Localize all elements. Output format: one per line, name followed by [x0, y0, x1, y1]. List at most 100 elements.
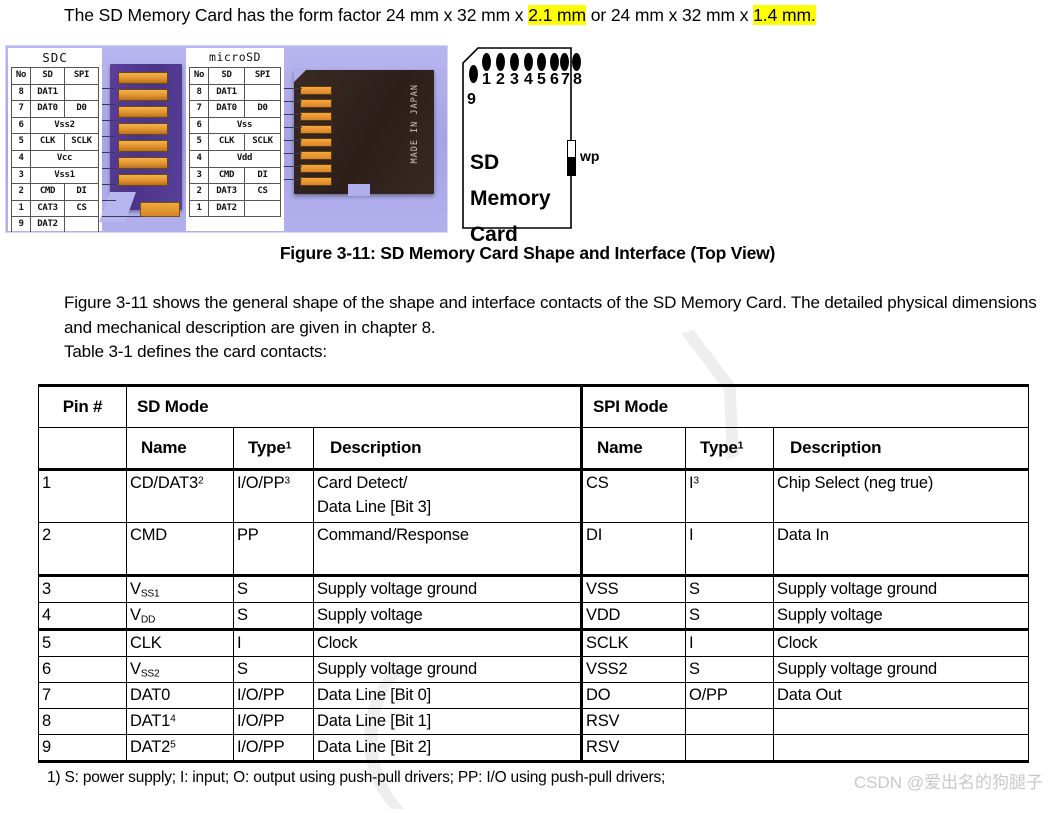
msd-spi: CS	[244, 183, 281, 201]
cell-sd-type: I/O/PP	[233, 682, 314, 709]
msd-sd: DAT2	[208, 199, 245, 218]
sdc-sd: CAT3	[30, 199, 65, 218]
table-row: 9 DAT25 I/O/PP Data Line [Bit 2] RSV	[38, 734, 1030, 763]
cell-sd-name: DAT25	[126, 734, 234, 763]
cell-spi-description: Clock	[773, 628, 1030, 657]
sdc-no: 5	[11, 133, 31, 151]
cell-pin-number: 1	[38, 469, 127, 523]
header-pin-blank	[38, 427, 127, 471]
pin-number-9: 9	[467, 91, 476, 108]
header-pin: Pin #	[38, 384, 127, 428]
sdc-no: 7	[11, 100, 31, 118]
cell-spi-description: Data Out	[773, 682, 1030, 709]
table-row: 8 DAT14 I/O/PP Data Line [Bit 1] RSV	[38, 708, 1030, 735]
header-spi-name: Name	[580, 427, 687, 471]
leader-line	[102, 152, 116, 153]
leader-line	[284, 153, 302, 154]
pin-contact-1	[482, 53, 491, 71]
sdc-row: 9 DAT2	[11, 216, 99, 232]
msd-col-1: SD	[208, 67, 245, 85]
leader-line	[284, 166, 302, 167]
table-row: 6 VSS2 S Supply voltage ground VSS2 S Supply v…	[38, 656, 1030, 683]
leader-line	[284, 127, 302, 128]
body-paragraph-2: Table 3-1 defines the card contacts:	[64, 342, 327, 361]
body-paragraph-1: Figure 3-11 shows the general shape of t…	[64, 293, 1037, 337]
cell-spi-name: DO	[580, 682, 687, 709]
sdc-spi: SCLK	[64, 133, 99, 151]
leader-line	[102, 104, 116, 105]
sdc-spi	[64, 216, 99, 232]
card-contacts-table: Pin # SD Mode SPI Mode Name Type1 Descri…	[38, 384, 1030, 763]
cell-sd-description: Supply voltage ground	[312, 656, 583, 683]
cell-sd-type: I/O/PP	[233, 708, 314, 735]
cell-spi-type: I	[685, 522, 775, 576]
sd-contact-pad	[118, 106, 168, 118]
msd-no: 1	[189, 199, 209, 218]
figure-caption: Figure 3-11: SD Memory Card Shape and In…	[279, 243, 776, 263]
cell-sd-description: Card Detect/Data Line [Bit 3]	[312, 469, 583, 523]
cell-spi-type: S	[685, 656, 775, 683]
msd-sd: CLK	[208, 133, 245, 151]
intro-text-part2: or 24 mm x 32 mm x	[585, 5, 754, 25]
cell-spi-description: Chip Select (neg true)	[773, 469, 1030, 523]
sdc-spi: DI	[64, 183, 99, 201]
cell-spi-type: I3	[685, 469, 775, 523]
cell-pin-number: 3	[38, 574, 127, 603]
sdc-sd: CMD	[30, 183, 65, 201]
sdc-row: 3 Vss1	[11, 166, 99, 185]
sdc-spi	[64, 83, 99, 102]
sd-contact-pad	[118, 157, 168, 169]
sd-contact-pad	[118, 72, 168, 84]
table-row: 4 VDD S Supply voltage VDD S Supply voltage	[38, 602, 1030, 630]
cell-sd-type: PP	[233, 522, 314, 576]
sdc-row: 8 DAT1	[11, 83, 99, 102]
msd-no: 5	[189, 133, 209, 151]
cell-sd-name: VSS2	[126, 656, 234, 683]
figure-3-11: SDC No SD SPI 8 DAT1 7 DAT0 D0 6 Vss2 5 CLK SCLK 4 Vcc…	[5, 45, 599, 246]
msd-row: 8 DAT1	[189, 83, 281, 102]
sdc-no: 6	[11, 116, 31, 135]
pin-number-7: 7	[561, 71, 570, 88]
sdc-legend-table: No SD SPI 8 DAT1 7 DAT0 D0 6 Vss2 5 CLK SCLK 4 Vcc 3 Vss…	[11, 67, 99, 232]
sdc-row: 6 Vss2	[11, 116, 99, 135]
write-protect-switch	[567, 140, 576, 176]
microsd-contact-pad	[300, 125, 332, 134]
cell-sd-name: VSS1	[126, 574, 234, 603]
msd-row: 6 Vss	[189, 116, 281, 135]
table-header-sub: Name Type1 Description Name Type1 Descri…	[38, 427, 1030, 471]
sdc-no: 2	[11, 183, 31, 201]
table-row: 7 DAT0 I/O/PP Data Line [Bit 0] DO O/PP Data O…	[38, 682, 1030, 709]
pin-number-6: 6	[550, 71, 559, 88]
microsd-card-photo: MADE IN JAPAN	[294, 70, 434, 210]
sd-card-body	[110, 64, 182, 210]
cell-pin-number: 5	[38, 628, 127, 657]
microsd-made-in-text: MADE IN JAPAN	[410, 84, 420, 164]
msd-row: 2 DAT3 CS	[189, 183, 281, 201]
pin-contact-3	[510, 53, 519, 71]
msd-no: 6	[189, 116, 209, 135]
cell-spi-name: VDD	[580, 602, 687, 630]
cell-sd-type: S	[233, 602, 314, 630]
cell-sd-description: Data Line [Bit 0]	[312, 682, 583, 709]
sdc-no: 8	[11, 83, 31, 102]
cell-sd-name: DAT0	[126, 682, 234, 709]
msd-no: 4	[189, 149, 209, 168]
cell-spi-description	[773, 734, 1030, 763]
header-spi-mode: SPI Mode	[580, 384, 1030, 428]
leader-line	[102, 88, 116, 89]
leader-line	[284, 101, 302, 102]
sdc-sd: Vcc	[30, 149, 99, 168]
sdc-sd: DAT1	[30, 83, 65, 102]
microsd-contact-pad	[300, 177, 332, 186]
highlight-thickness-1-4mm: 1.4 mm.	[753, 5, 816, 25]
sd-contact-pad-9	[140, 202, 180, 217]
cell-spi-description: Supply voltage ground	[773, 574, 1030, 603]
sdc-row: 1 CAT3 CS	[11, 199, 99, 218]
header-sd-mode: SD Mode	[125, 384, 583, 428]
sd-card-diagram: 1 2 3 4 5 6 7 8 9 SD Memory Card wp	[458, 45, 599, 246]
table-header-top: Pin # SD Mode SPI Mode	[38, 384, 1030, 428]
sdc-row: 2 CMD DI	[11, 183, 99, 201]
pin-contact-8	[572, 53, 581, 71]
table-row: 3 VSS1 S Supply voltage ground VSS S Supply vo…	[38, 574, 1030, 603]
pin-contact-2	[496, 53, 505, 71]
